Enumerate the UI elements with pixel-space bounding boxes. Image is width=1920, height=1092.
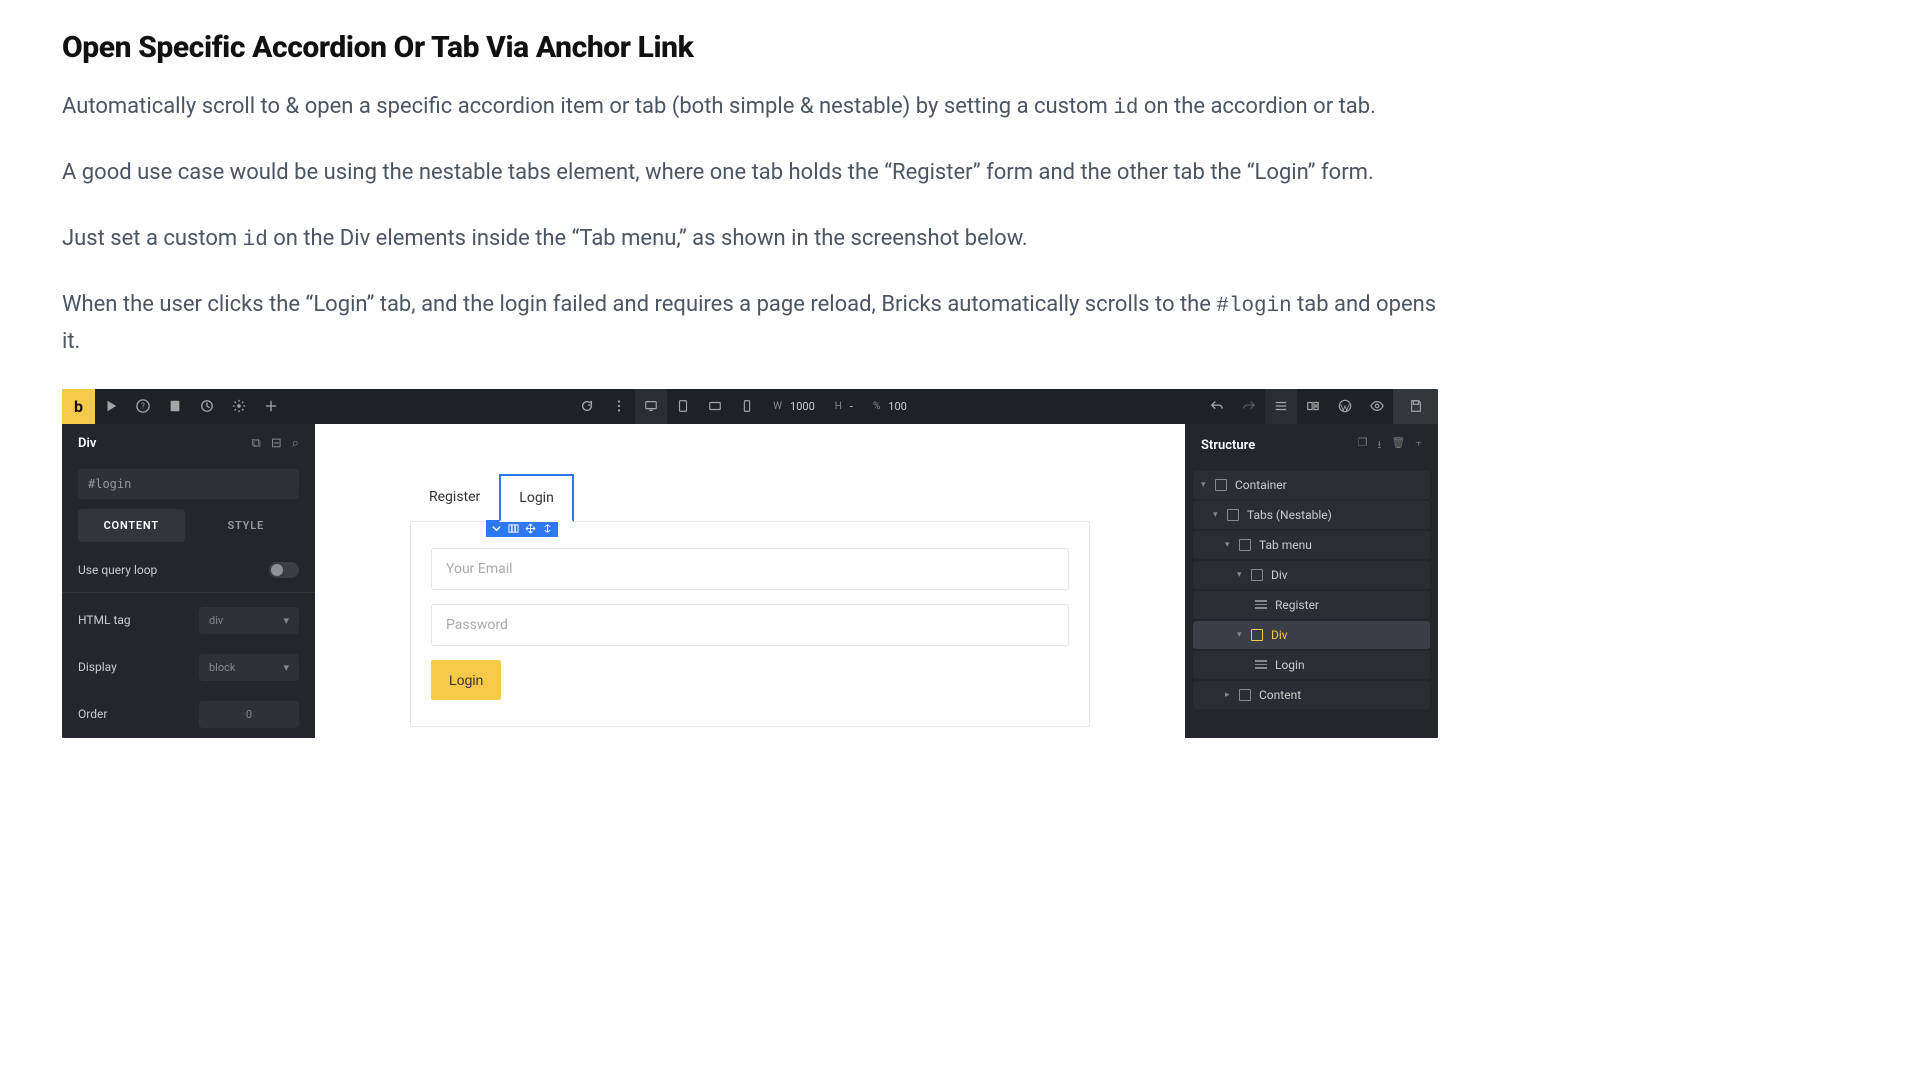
id-input[interactable]: #login bbox=[78, 469, 299, 499]
handle-chevron-icon[interactable] bbox=[491, 523, 502, 534]
reload-icon[interactable] bbox=[571, 389, 603, 424]
query-loop-row: Use query loop bbox=[62, 552, 315, 588]
more-icon[interactable] bbox=[603, 389, 635, 424]
page-heading: Open Specific Accordion Or Tab Via Ancho… bbox=[62, 30, 1438, 65]
tab-login[interactable]: Login bbox=[499, 474, 574, 522]
copy-icon[interactable]: ❐ bbox=[1358, 436, 1368, 455]
html-tag-select[interactable]: div▾ bbox=[199, 607, 299, 634]
structure-toggle-icon[interactable] bbox=[1265, 389, 1297, 424]
redo-icon[interactable] bbox=[1233, 389, 1265, 424]
intro-para-1: Automatically scroll to & open a specifi… bbox=[62, 89, 1438, 125]
add-icon[interactable] bbox=[255, 389, 287, 424]
top-toolbar: b ? W1000 H- %100 bbox=[62, 389, 1438, 424]
height-value[interactable]: H- bbox=[825, 400, 863, 413]
tree-register[interactable]: Register bbox=[1193, 591, 1430, 619]
query-loop-toggle[interactable] bbox=[269, 562, 299, 578]
structure-title: Structure bbox=[1201, 438, 1255, 453]
tab-register[interactable]: Register bbox=[410, 474, 499, 521]
html-tag-row: HTML tag div▾ bbox=[62, 597, 315, 644]
handle-columns-icon[interactable] bbox=[508, 523, 519, 534]
lock-icon[interactable]: ⊟ bbox=[271, 436, 282, 451]
login-button[interactable]: Login bbox=[431, 660, 501, 700]
mobile-icon[interactable] bbox=[731, 389, 763, 424]
panel-title: Div bbox=[78, 436, 96, 451]
search-panel-icon[interactable]: ⌕ bbox=[292, 436, 299, 451]
settings-icon[interactable] bbox=[223, 389, 255, 424]
password-field[interactable]: Password bbox=[431, 604, 1069, 646]
tablet-portrait-icon[interactable] bbox=[667, 389, 699, 424]
save-icon[interactable] bbox=[1393, 389, 1438, 424]
help-icon[interactable]: ? bbox=[127, 389, 159, 424]
handle-stretch-icon[interactable] bbox=[542, 523, 553, 534]
intro-para-2: A good use case would be using the nesta… bbox=[62, 155, 1438, 190]
tree-div-1[interactable]: ▾Div bbox=[1193, 561, 1430, 589]
templates-icon[interactable] bbox=[1297, 389, 1329, 424]
wordpress-icon[interactable] bbox=[1329, 389, 1361, 424]
intro-para-4: When the user clicks the “Login” tab, an… bbox=[62, 287, 1438, 359]
tree-div-2[interactable]: ▾Div bbox=[1193, 621, 1430, 649]
page-icon[interactable] bbox=[159, 389, 191, 424]
tab-body: Your Email Password Login bbox=[410, 521, 1090, 727]
tree-tabs[interactable]: ▾Tabs (Nestable) bbox=[1193, 501, 1430, 529]
svg-text:?: ? bbox=[141, 402, 145, 411]
tree-container[interactable]: ▾Container bbox=[1193, 471, 1430, 499]
tablet-landscape-icon[interactable] bbox=[699, 389, 731, 424]
delete-icon[interactable]: 🗑 bbox=[1391, 436, 1405, 455]
order-input[interactable]: 0 bbox=[199, 701, 299, 728]
download-icon[interactable]: ⭳ bbox=[1378, 436, 1382, 455]
display-row: Display block▾ bbox=[62, 644, 315, 691]
width-value[interactable]: W1000 bbox=[763, 400, 825, 413]
tab-menu: Register Login bbox=[410, 474, 1090, 521]
display-select[interactable]: block▾ bbox=[199, 654, 299, 681]
left-panel: Div ⧉ ⊟ ⌕ #login CONTENT STYLE Use query… bbox=[62, 424, 315, 738]
tab-style[interactable]: STYLE bbox=[193, 509, 300, 542]
intro-para-3: Just set a custom id on the Div elements… bbox=[62, 221, 1438, 257]
tab-content[interactable]: CONTENT bbox=[78, 509, 185, 542]
tree-login[interactable]: Login bbox=[1193, 651, 1430, 679]
revisions-icon[interactable] bbox=[191, 389, 223, 424]
order-row: Order 0 bbox=[62, 691, 315, 738]
editor-screenshot: b ? W1000 H- %100 bbox=[62, 389, 1438, 738]
desktop-icon[interactable] bbox=[635, 389, 667, 424]
canvas: Register Login Your Email Password bbox=[315, 424, 1185, 738]
email-field[interactable]: Your Email bbox=[431, 548, 1069, 590]
logo[interactable]: b bbox=[62, 389, 95, 424]
tree-content[interactable]: ▸Content bbox=[1193, 681, 1430, 709]
structure-panel: Structure ❐ ⭳ 🗑 ⫟ ▾Container ▾Tabs (Nest… bbox=[1185, 424, 1438, 738]
preview-icon[interactable] bbox=[1361, 389, 1393, 424]
play-icon[interactable] bbox=[95, 389, 127, 424]
element-handle[interactable] bbox=[486, 520, 558, 537]
undo-icon[interactable] bbox=[1201, 389, 1233, 424]
percent-value[interactable]: %100 bbox=[863, 400, 917, 413]
tree-tab-menu[interactable]: ▾Tab menu bbox=[1193, 531, 1430, 559]
expand-icon[interactable]: ⫟ bbox=[1415, 436, 1422, 455]
handle-move-icon[interactable] bbox=[525, 523, 536, 534]
class-icon[interactable]: ⧉ bbox=[252, 436, 261, 451]
